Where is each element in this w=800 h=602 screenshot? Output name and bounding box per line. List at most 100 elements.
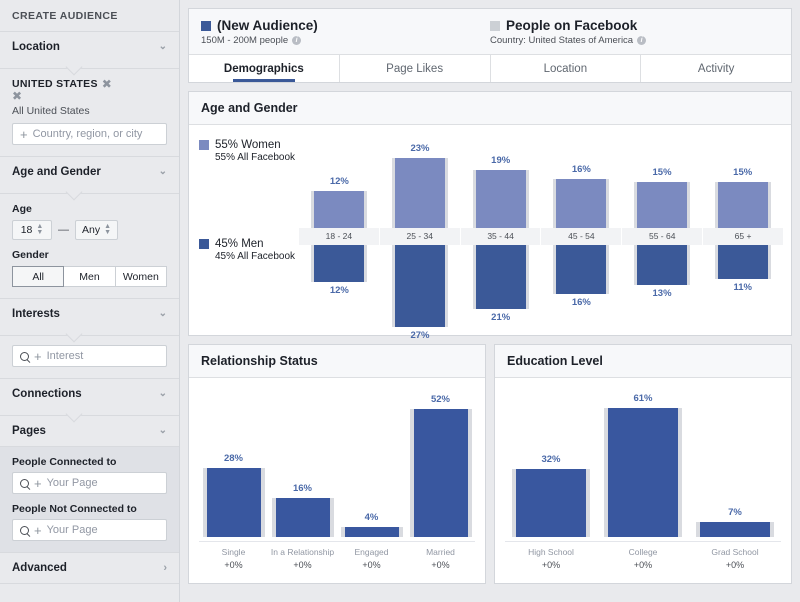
bar-column: 52%	[406, 392, 475, 537]
tab-activity[interactable]: Activity	[641, 55, 791, 82]
tab-bar: Demographics Page Likes Location Activit…	[189, 54, 791, 82]
women-bar[interactable]	[311, 191, 367, 228]
search-icon	[20, 526, 29, 535]
close-icon[interactable]: ✖	[102, 78, 112, 90]
women-bar[interactable]	[392, 158, 448, 228]
audience-subtitle-row: 150M - 200M people i	[201, 35, 490, 46]
men-bar-fill	[395, 245, 445, 327]
comparison-name-row: People on Facebook	[490, 18, 779, 33]
people-not-connected-label: People Not Connected to	[12, 503, 167, 515]
bar-column: 28%	[199, 392, 268, 537]
age-max-stepper[interactable]: Any ▲▼	[75, 220, 118, 240]
women-bar-fill	[637, 182, 687, 228]
women-value-label: 15%	[653, 167, 672, 178]
audience-size: 150M - 200M people	[201, 35, 288, 46]
bar-category-name: Grad School	[689, 547, 781, 557]
women-value-label: 12%	[330, 176, 349, 187]
info-icon[interactable]: i	[292, 36, 301, 45]
people-connected-placeholder: Your Page	[47, 477, 98, 489]
legend-women: 55% Women 55% All Facebook	[199, 139, 295, 163]
tab-page-likes[interactable]: Page Likes	[340, 55, 491, 82]
men-bar-fill	[556, 245, 606, 294]
sidebar-section-pages[interactable]: Pages ⌄	[0, 416, 179, 446]
gender-option-men[interactable]: Men	[64, 266, 115, 287]
bar-fill	[608, 408, 678, 537]
interest-input[interactable]: + Interest	[12, 345, 167, 367]
bar-fill	[345, 527, 399, 537]
education-level-chart: 32%61%7% High School+0%College+0%Grad Sc…	[495, 378, 791, 583]
section-notch	[0, 409, 179, 416]
men-bar[interactable]	[553, 245, 609, 294]
people-connected-input[interactable]: + Your Page	[12, 472, 167, 494]
bar[interactable]	[341, 527, 403, 537]
bar-fill	[516, 469, 586, 537]
age-gender-legend: 55% Women 55% All Facebook 45% Men 45% A…	[189, 125, 299, 335]
location-input[interactable]: + Country, region, or city	[12, 123, 167, 145]
location-all-label: All United States	[12, 105, 167, 117]
section-label-advanced: Advanced	[12, 562, 67, 574]
gender-option-all[interactable]: All	[12, 266, 64, 287]
women-bar[interactable]	[553, 179, 609, 228]
sidebar-section-connections[interactable]: Connections ⌄	[0, 378, 179, 409]
location-panel: UNITED STATES ✖ ✖ All United States + Co…	[0, 69, 179, 156]
bar-value-label: 16%	[293, 483, 312, 494]
men-bar[interactable]	[392, 245, 448, 327]
sidebar-section-advanced[interactable]: Advanced ›	[0, 552, 179, 583]
age-gender-plot: 12%12%23%27%19%21%16%16%15%13%15%11% 18 …	[299, 125, 791, 335]
bar[interactable]	[696, 522, 774, 537]
bar-fill	[700, 522, 770, 537]
section-notch	[0, 329, 179, 336]
sidebar-divider	[0, 583, 179, 584]
people-not-connected-input[interactable]: + Your Page	[12, 519, 167, 541]
bar[interactable]	[272, 498, 334, 537]
age-axis-label: 25 - 34	[380, 228, 461, 245]
bar-category-name: In a Relationship	[268, 547, 337, 557]
legend-women-benchmark: 55% All Facebook	[199, 152, 295, 163]
age-axis-label: 45 - 54	[541, 228, 622, 245]
age-min-stepper[interactable]: 18 ▲▼	[12, 220, 52, 240]
age-axis-label: 55 - 64	[622, 228, 703, 245]
women-bar[interactable]	[715, 182, 771, 228]
age-axis-label: 18 - 24	[299, 228, 380, 245]
men-bar[interactable]	[311, 245, 367, 282]
section-label-age-gender: Age and Gender	[12, 166, 101, 178]
tab-location[interactable]: Location	[491, 55, 642, 82]
sidebar-section-location[interactable]: Location ⌄	[0, 31, 179, 62]
men-bar[interactable]	[715, 245, 771, 279]
sidebar-section-age-gender[interactable]: Age and Gender ⌄	[0, 156, 179, 187]
bar[interactable]	[410, 409, 472, 537]
bar-category-delta: +0%	[689, 560, 781, 570]
age-axis-label: 35 - 44	[461, 228, 542, 245]
men-value-label: 21%	[491, 312, 510, 323]
women-bar-fill	[718, 182, 768, 228]
close-icon[interactable]: ✖	[12, 90, 22, 102]
sidebar-section-interests[interactable]: Interests ⌄	[0, 298, 179, 329]
men-bar-fill	[476, 245, 526, 309]
legend-men-benchmark: 45% All Facebook	[199, 251, 295, 262]
tab-demographics[interactable]: Demographics	[189, 55, 340, 82]
bar[interactable]	[604, 408, 682, 537]
gender-option-women[interactable]: Women	[116, 266, 167, 287]
audience-header-card: (New Audience) 150M - 200M people i Peop…	[188, 8, 792, 83]
men-bar[interactable]	[634, 245, 690, 285]
bar-fill	[276, 498, 330, 537]
bar-category-delta: +0%	[268, 560, 337, 570]
comparison-title: People on Facebook	[506, 18, 637, 33]
plus-icon: +	[34, 350, 42, 363]
location-country: UNITED STATES ✖	[12, 78, 167, 90]
info-icon[interactable]: i	[637, 36, 646, 45]
chevron-down-icon: ⌄	[159, 309, 167, 319]
women-bar-fill	[476, 170, 526, 228]
bar-category-name: Single	[199, 547, 268, 557]
section-label-pages: Pages	[12, 425, 46, 437]
bar[interactable]	[512, 469, 590, 537]
plus-icon: +	[34, 524, 42, 537]
legend-women-row: 55% Women	[199, 139, 295, 151]
interests-panel: + Interest	[0, 336, 179, 378]
men-bar[interactable]	[473, 245, 529, 309]
women-bar[interactable]	[473, 170, 529, 228]
bar[interactable]	[203, 468, 265, 537]
women-bar[interactable]	[634, 182, 690, 228]
bar-column: 61%	[597, 392, 689, 537]
legend-men-swatch	[199, 239, 209, 249]
